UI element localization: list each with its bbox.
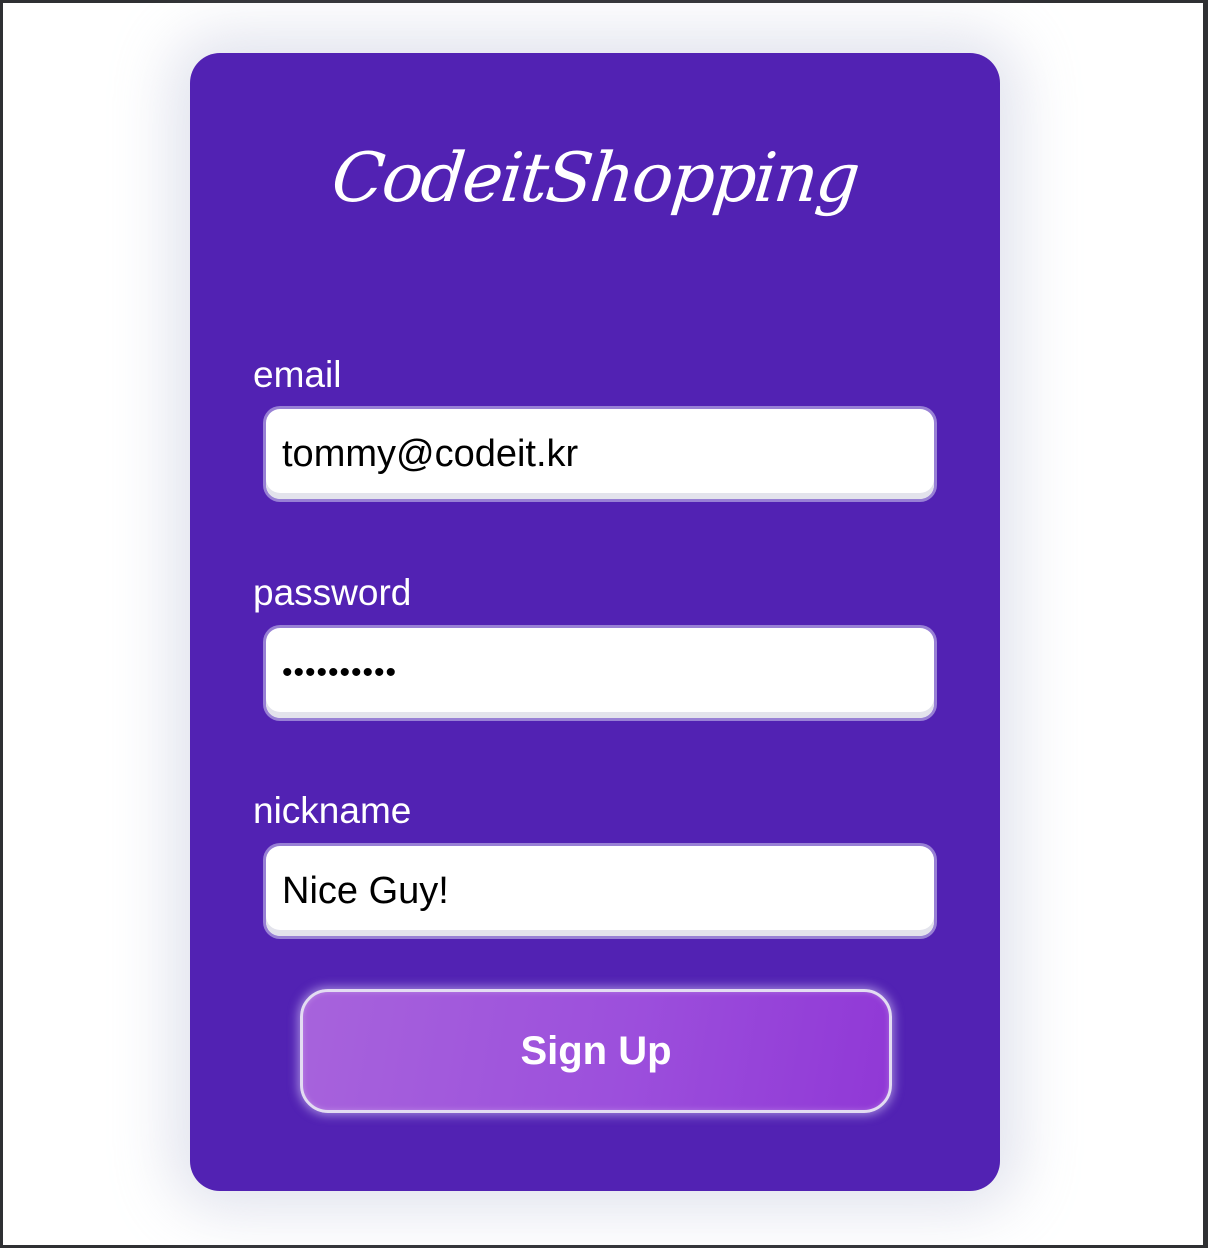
- nickname-field[interactable]: [266, 846, 934, 936]
- password-label: password: [253, 572, 412, 613]
- signup-card: CodeitShopping email password nickname S…: [190, 53, 1000, 1191]
- page-viewport: CodeitShopping email password nickname S…: [3, 3, 1203, 1245]
- email-field[interactable]: [266, 409, 934, 499]
- sign-up-button[interactable]: Sign Up: [300, 989, 892, 1113]
- password-field[interactable]: [266, 628, 934, 718]
- brand-logo: CodeitShopping: [328, 139, 862, 218]
- nickname-label: nickname: [253, 790, 412, 831]
- email-label: email: [253, 354, 342, 395]
